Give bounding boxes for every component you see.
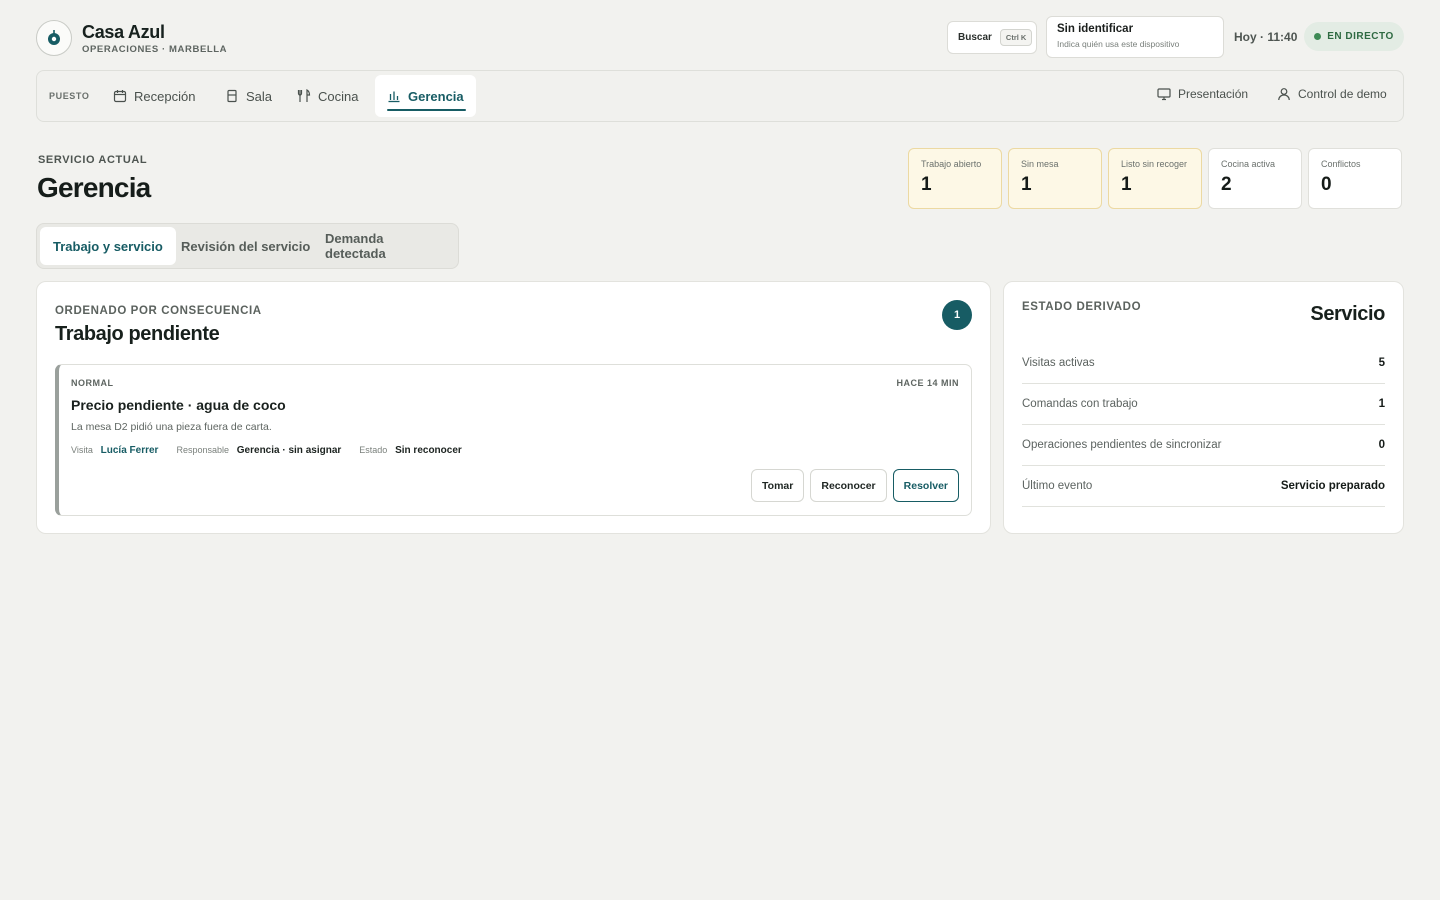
live-label: EN DIRECTO: [1327, 31, 1394, 42]
live-dot-icon: [1314, 33, 1322, 40]
search-label: Buscar: [958, 32, 992, 43]
nav-item-recepcion[interactable]: Recepción: [101, 75, 207, 117]
kpi-label: Cocina activa: [1221, 159, 1276, 169]
top-bar: Casa Azul OPERACIONES · MARBELLA Buscar …: [36, 16, 1404, 58]
owner-value: Gerencia · sin asignar: [236, 445, 342, 456]
work-item-priority: NORMAL: [71, 378, 114, 388]
state-row: Visitas activas 5: [1022, 343, 1385, 384]
identity-selector[interactable]: Sin identificar Indica quién usa este di…: [1046, 16, 1224, 58]
state-row-label: Último evento: [1022, 480, 1093, 492]
monitor-icon: [1157, 87, 1171, 101]
user-icon: [1277, 87, 1291, 101]
nav-label: PUESTO: [49, 91, 90, 101]
acknowledge-button[interactable]: Reconocer: [810, 469, 887, 502]
work-eyebrow: ORDENADO POR CONSECUENCIA: [55, 305, 262, 317]
presentation-label: Presentación: [1178, 87, 1249, 101]
nav-item-gerencia[interactable]: Gerencia: [375, 75, 476, 117]
bar-chart-icon: [387, 89, 401, 103]
brand-subtitle: OPERACIONES · MARBELLA: [82, 43, 228, 55]
brand: Casa Azul OPERACIONES · MARBELLA: [36, 20, 227, 56]
view-tabs: Trabajo y servicio Revisión del servicio…: [36, 223, 459, 269]
kpi-label: Conflictos: [1321, 159, 1361, 169]
state-row-value: Servicio preparado: [1280, 480, 1385, 492]
kpi-open-work[interactable]: Trabajo abierto 1: [908, 148, 1002, 209]
search-button[interactable]: Buscar Ctrl K: [947, 21, 1037, 54]
tab-detected-demand[interactable]: Demanda detectada: [312, 227, 458, 265]
state-row-value: 0: [1378, 439, 1385, 451]
state-row-value: 1: [1378, 398, 1385, 410]
derived-state-card: ESTADO DERIVADO Servicio Visitas activas…: [1003, 281, 1404, 534]
work-count-badge: 1: [942, 300, 972, 330]
state-row: Operaciones pendientes de sincronizar 0: [1022, 425, 1385, 466]
kpi-label: Sin mesa: [1021, 159, 1059, 169]
state-rows: Visitas activas 5 Comandas con trabajo 1…: [1022, 343, 1385, 507]
work-item[interactable]: NORMAL HACE 14 MIN Precio pendiente · ag…: [55, 364, 972, 516]
kpi-conflicts[interactable]: Conflictos 0: [1308, 148, 1402, 209]
brand-name: Casa Azul: [82, 21, 165, 42]
nav-item-label: Gerencia: [408, 88, 464, 104]
work-item-title: Precio pendiente · agua de coco: [71, 397, 286, 413]
nav-item-cocina[interactable]: Cocina: [285, 75, 370, 117]
work-title: Trabajo pendiente: [55, 323, 220, 345]
kpi-value: 1: [921, 174, 932, 195]
work-item-age: HACE 14 MIN: [896, 378, 959, 388]
work-item-meta: Visita Lucía Ferrer Responsable Gerencia…: [71, 445, 462, 456]
calendar-icon: [113, 89, 127, 103]
page-title: Gerencia: [37, 172, 151, 203]
kpi-label: Listo sin recoger: [1121, 159, 1188, 169]
kpi-value: 1: [1021, 174, 1032, 195]
state-eyebrow: ESTADO DERIVADO: [1022, 301, 1142, 313]
identity-hint: Indica quién usa este dispositivo: [1057, 39, 1180, 49]
utensils-icon: [297, 89, 311, 103]
take-button[interactable]: Tomar: [751, 469, 805, 502]
state-row-label: Comandas con trabajo: [1022, 398, 1138, 410]
state-title: Servicio: [1310, 303, 1385, 325]
search-shortcut: Ctrl K: [999, 29, 1033, 46]
work-item-description: La mesa D2 pidió una pieza fuera de cart…: [71, 421, 272, 433]
kpi-value: 2: [1221, 174, 1232, 195]
kpi-kitchen-active[interactable]: Cocina activa 2: [1208, 148, 1302, 209]
visit-key: Visita: [71, 445, 93, 455]
tab-work-service[interactable]: Trabajo y servicio: [40, 227, 176, 265]
state-row-label: Operaciones pendientes de sincronizar: [1022, 439, 1222, 451]
status-value: Sin reconocer: [395, 445, 462, 456]
nav-item-label: Cocina: [318, 88, 359, 104]
visit-link[interactable]: Lucía Ferrer: [101, 445, 159, 456]
station-nav: PUESTO Recepción Sala Cocina Gerencia Pr…: [36, 70, 1404, 122]
demo-control-button[interactable]: Control de demo: [1277, 87, 1387, 101]
logo-icon: [36, 20, 72, 56]
pending-work-card: ORDENADO POR CONSECUENCIA Trabajo pendie…: [36, 281, 991, 534]
owner-key: Responsable: [176, 445, 229, 455]
kpi-value: 0: [1321, 174, 1332, 195]
kpi-label: Trabajo abierto: [921, 159, 982, 169]
status-key: Estado: [359, 445, 388, 455]
state-row: Comandas con trabajo 1: [1022, 384, 1385, 425]
kpi-no-table[interactable]: Sin mesa 1: [1008, 148, 1102, 209]
kpi-value: 1: [1121, 174, 1132, 195]
state-row: Último evento Servicio preparado: [1022, 466, 1385, 507]
state-row-value: 5: [1378, 357, 1385, 369]
nav-item-label: Recepción: [134, 88, 196, 104]
resolve-button[interactable]: Resolver: [892, 469, 959, 502]
tab-service-review[interactable]: Revisión del servicio: [168, 227, 323, 265]
nav-item-label: Sala: [246, 88, 273, 104]
identity-title: Sin identificar: [1057, 23, 1134, 35]
door-icon: [225, 89, 239, 103]
live-badge: EN DIRECTO: [1304, 22, 1404, 51]
state-row-label: Visitas activas: [1022, 357, 1095, 369]
demo-label: Control de demo: [1298, 87, 1387, 101]
kpi-ready-uncollected[interactable]: Listo sin recoger 1: [1108, 148, 1202, 209]
presentation-button[interactable]: Presentación: [1157, 87, 1248, 101]
work-item-actions: Tomar Reconocer Resolver: [751, 469, 959, 502]
kpi-strip: Trabajo abierto 1 Sin mesa 1 Listo sin r…: [908, 148, 1402, 209]
nav-item-sala[interactable]: Sala: [213, 75, 284, 117]
page-eyebrow: SERVICIO ACTUAL: [38, 154, 148, 166]
clock: Hoy · 11:40: [1234, 30, 1298, 44]
